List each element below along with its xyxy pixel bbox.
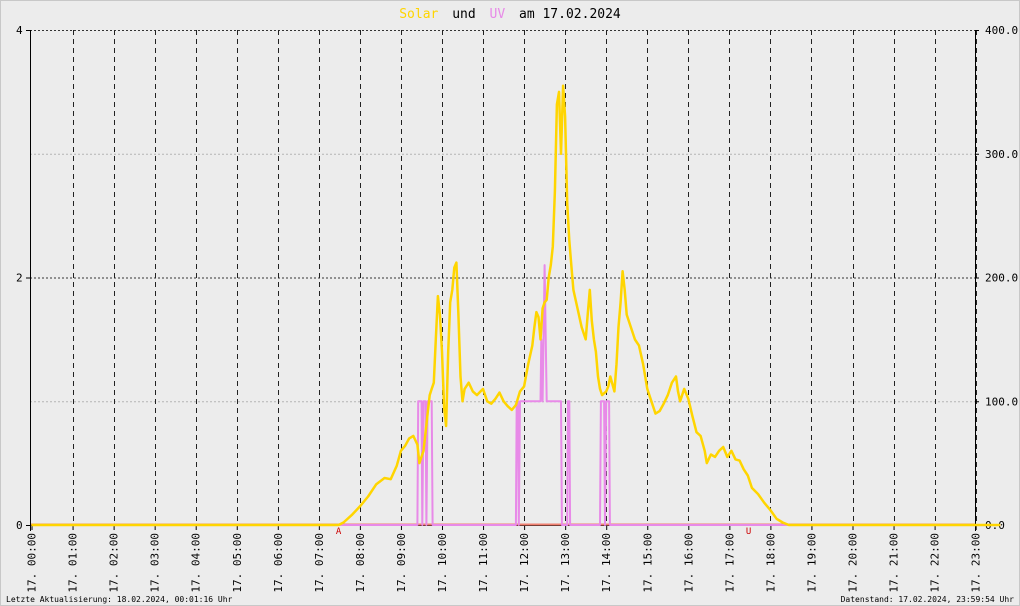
y-right-tick-label: 300.0 <box>985 148 1018 161</box>
x-tick-label: 17. 03:00 <box>149 533 162 593</box>
title-uv: UV <box>490 7 506 22</box>
x-tick-label: 17. 02:00 <box>108 533 121 593</box>
x-tick-label: 17. 01:00 <box>67 533 80 593</box>
solar-uv-chart: Solar und UV am 17.02.2024 024 0.0100.02… <box>16 7 1018 593</box>
sunset-marker: U <box>746 527 751 537</box>
x-tick-label: 17. 14:00 <box>600 533 613 593</box>
x-tick-label: 17. 21:00 <box>888 533 901 593</box>
x-tick-label: 17. 23:00 <box>970 533 983 593</box>
y-axis-left-ticks: 0 2 4 <box>16 24 30 532</box>
y-right-tick-label: 400.0 <box>985 24 1018 37</box>
y-right-tick-label: 200.0 <box>985 272 1018 285</box>
uv-series-line <box>31 264 1001 526</box>
x-tick-label: 17. 04:00 <box>190 533 203 593</box>
grid-lines <box>30 30 977 525</box>
title-und: und <box>452 7 475 22</box>
x-tick-label: 17. 22:00 <box>929 533 942 593</box>
x-tick-label: 17. 10:00 <box>436 533 449 593</box>
x-tick-label: 17. 19:00 <box>805 533 818 593</box>
x-axis-ticks: 17. 00:00 17. 01:00 17. 02:00 17. 03:00 17. … <box>26 525 983 593</box>
x-tick-label: 17. 17:00 <box>723 533 736 593</box>
x-tick-label: 17. 15:00 <box>641 533 654 593</box>
x-tick-label: 17. 16:00 <box>682 533 695 593</box>
x-tick-label: 17. 06:00 <box>272 533 285 593</box>
x-tick-label: 17. 00:00 <box>26 533 39 593</box>
chart-title: Solar und UV am 17.02.2024 <box>399 7 621 22</box>
x-tick-label: 17. 12:00 <box>518 533 531 593</box>
x-tick-label: 17. 07:00 <box>313 533 326 593</box>
x-tick-label: 17. 13:00 <box>559 533 572 593</box>
x-tick-label: 17. 09:00 <box>395 533 408 593</box>
series-group <box>31 84 1001 527</box>
last-update-text: Letzte Aktualisierung: 18.02.2024, 00:01… <box>6 595 233 604</box>
data-status-text: Datenstand: 17.02.2024, 23:59:54 Uhr <box>840 595 1014 604</box>
x-tick-label: 17. 08:00 <box>354 533 367 593</box>
y-left-tick-label: 2 <box>16 272 23 285</box>
x-tick-label: 17. 20:00 <box>847 533 860 593</box>
y-left-tick-label: 4 <box>16 24 23 37</box>
title-date: am 17.02.2024 <box>519 7 621 22</box>
y-right-tick-label: 100.0 <box>985 395 1018 408</box>
axes <box>26 30 979 531</box>
sunrise-marker: A <box>336 527 342 537</box>
y-left-tick-label: 0 <box>16 519 23 532</box>
y-axis-right-ticks: 0.0100.0200.0300.0400.0 <box>975 24 1018 532</box>
x-tick-label: 17. 18:00 <box>764 533 777 593</box>
title-solar: Solar <box>399 7 438 22</box>
x-tick-label: 17. 11:00 <box>477 533 490 593</box>
x-tick-label: 17. 05:00 <box>231 533 244 593</box>
